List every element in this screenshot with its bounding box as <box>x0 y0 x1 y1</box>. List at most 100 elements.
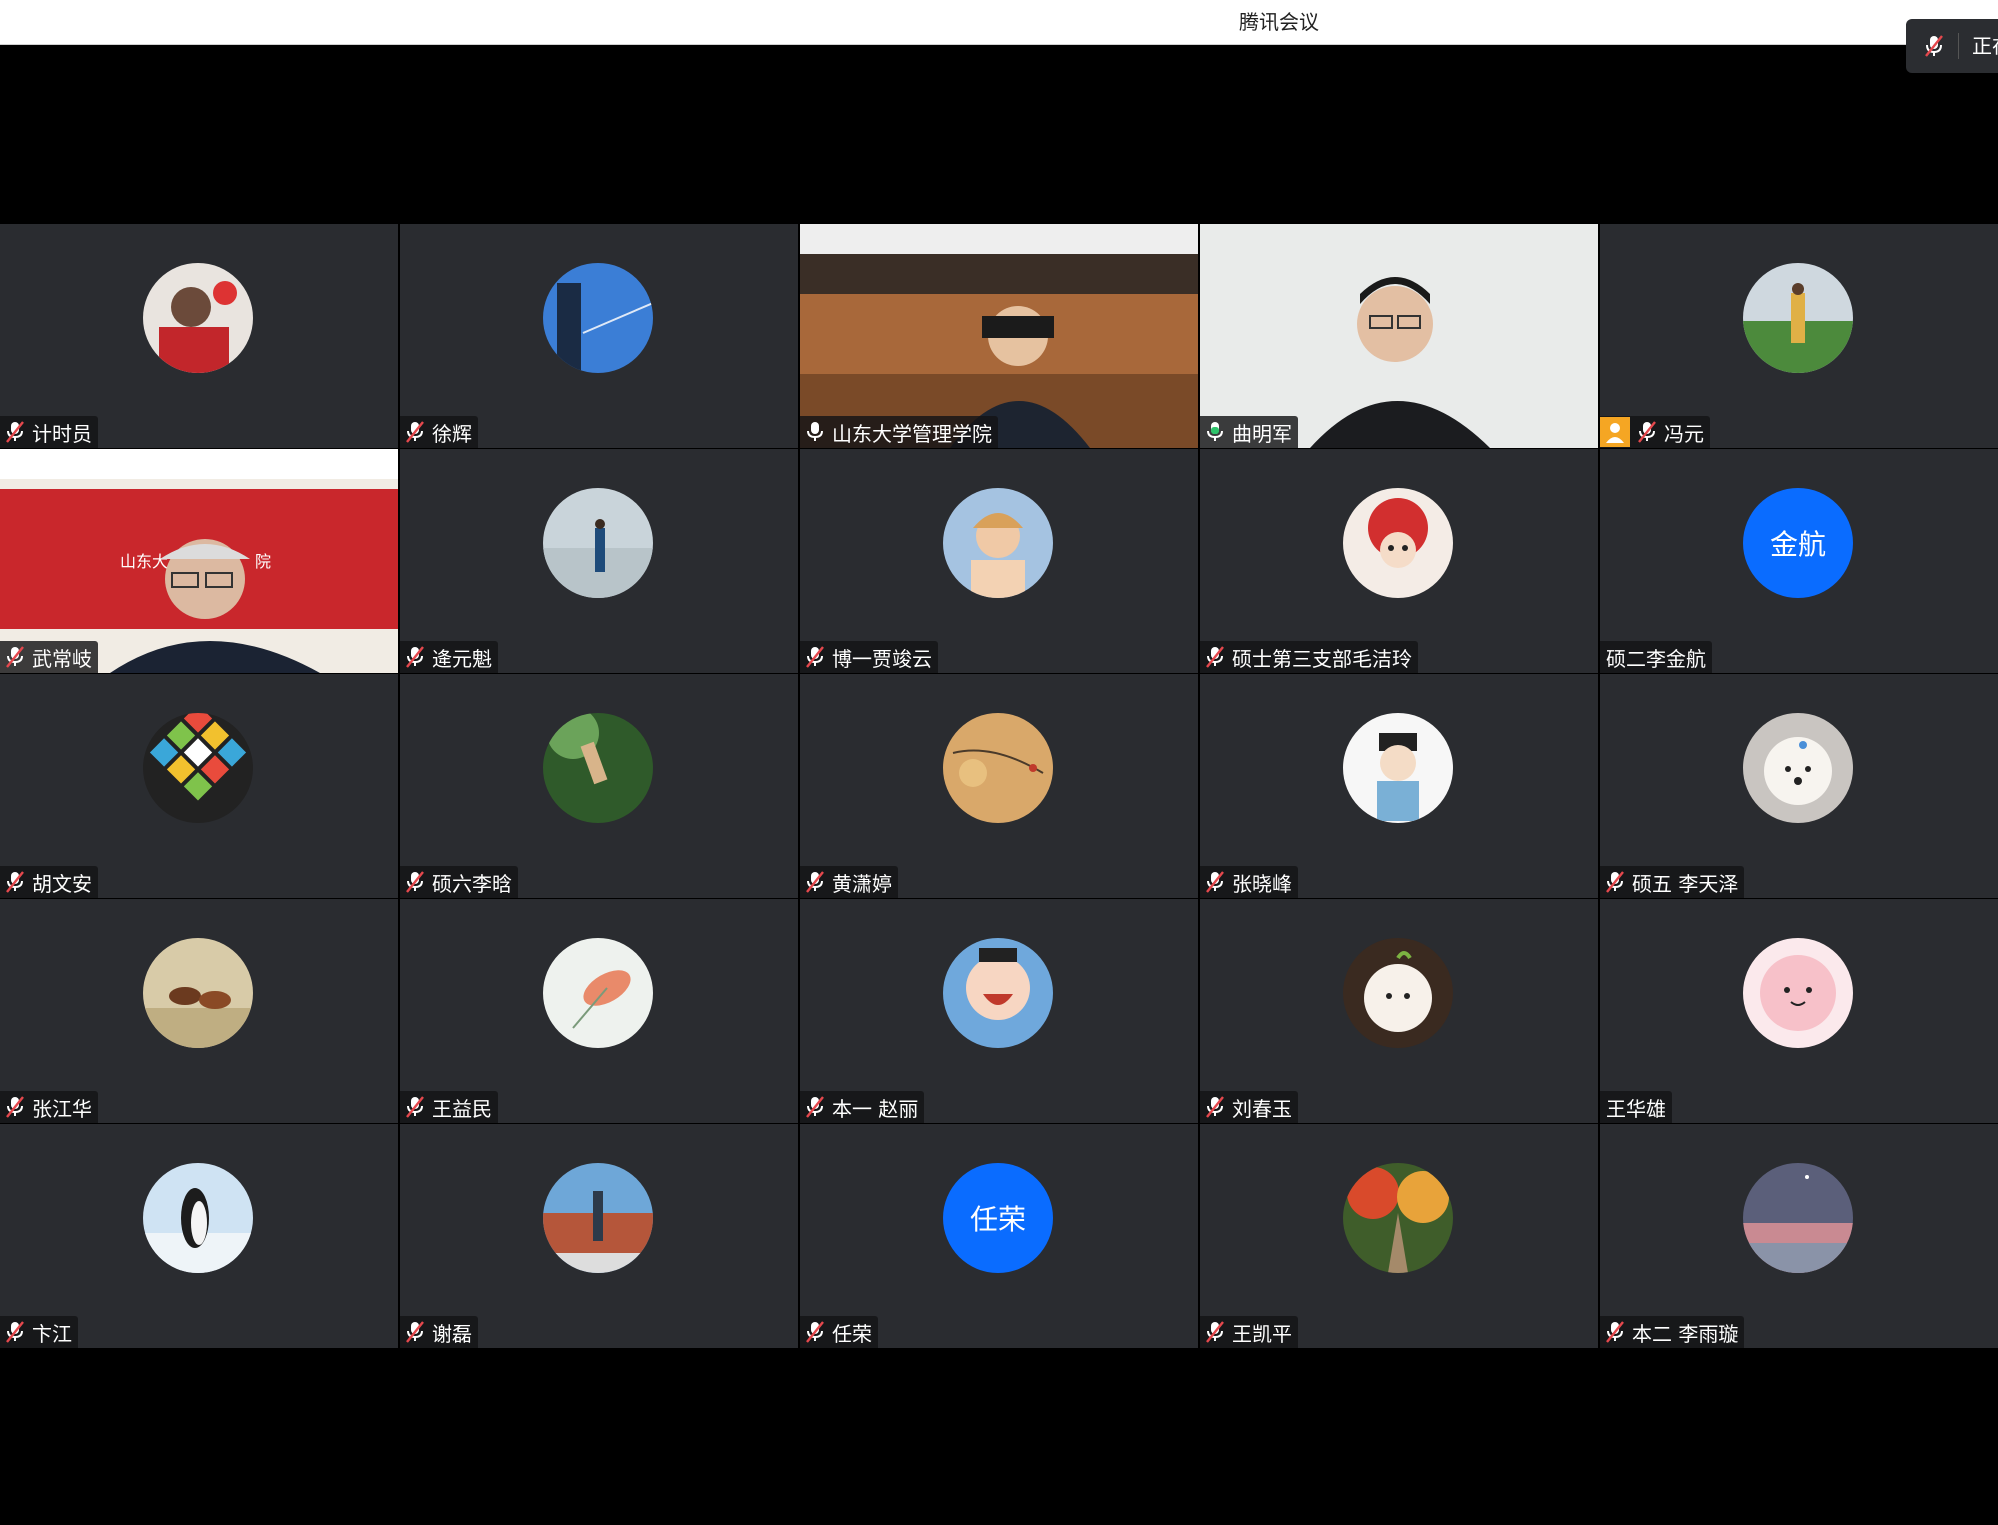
participant-name: 山东大学管理学院 <box>832 421 992 446</box>
avatar <box>943 713 1053 823</box>
divider <box>1958 33 1959 59</box>
participant-name-label: 博一贾竣云 <box>800 641 938 673</box>
window-title: 腾讯会议 <box>1239 10 1319 34</box>
participant-name: 徐辉 <box>432 421 472 446</box>
avatar <box>1743 938 1853 1048</box>
participant-name: 逄元魁 <box>432 646 492 671</box>
participant-name-label: 本一 赵丽 <box>800 1091 925 1123</box>
mic-muted-icon <box>1924 34 1944 63</box>
speaking-label: 正在 <box>1972 34 1998 58</box>
participant-tile[interactable]: 卞江 <box>0 1124 398 1348</box>
mic-muted-icon <box>406 646 424 668</box>
participant-name: 卞江 <box>32 1321 72 1346</box>
avatar <box>543 263 653 373</box>
mic-muted-icon <box>406 1096 424 1118</box>
speaking-indicator[interactable]: 正在 <box>1906 19 1998 73</box>
participant-name: 硕二李金航 <box>1606 646 1706 671</box>
participant-grid: 计时员 徐辉 山东大学管理学院 曲明军 冯元 山东大 院武常岐 逄元魁 博一贾竣云 硕士第三支部毛… <box>0 224 1998 1349</box>
avatar <box>1343 938 1453 1048</box>
avatar <box>543 488 653 598</box>
participant-name-label: 曲明军 <box>1200 416 1298 448</box>
participant-tile[interactable]: 本一 赵丽 <box>800 899 1198 1123</box>
participant-tile[interactable]: 徐辉 <box>400 224 798 448</box>
participant-video: 山东大 院 <box>0 449 398 673</box>
participant-name: 任荣 <box>832 1321 872 1346</box>
mic-muted-icon <box>6 1096 24 1118</box>
participant-tile[interactable]: 博一贾竣云 <box>800 449 1198 673</box>
mic-muted-icon <box>406 871 424 893</box>
mic-muted-icon <box>806 646 824 668</box>
host-badge-icon <box>1600 417 1630 447</box>
participant-name-label: 硕士第三支部毛洁玲 <box>1200 641 1418 673</box>
participant-name-label: 本二 李雨璇 <box>1600 1316 1745 1348</box>
avatar <box>543 1163 653 1273</box>
participant-tile[interactable]: 硕士第三支部毛洁玲 <box>1200 449 1598 673</box>
empty-area <box>0 1350 1998 1525</box>
mic-muted-icon <box>806 1321 824 1343</box>
participant-tile[interactable]: 谢磊 <box>400 1124 798 1348</box>
participant-tile[interactable]: 胡文安 <box>0 674 398 898</box>
participant-tile[interactable]: 逄元魁 <box>400 449 798 673</box>
avatar: 任荣 <box>943 1163 1053 1273</box>
participant-name: 本一 赵丽 <box>832 1096 919 1121</box>
svg-text:院: 院 <box>255 552 271 571</box>
participant-name: 王华雄 <box>1606 1096 1666 1121</box>
avatar <box>143 938 253 1048</box>
participant-name-label: 张江华 <box>0 1091 98 1123</box>
participant-tile[interactable]: 张晓峰 <box>1200 674 1598 898</box>
participant-name: 硕五 李天泽 <box>1632 871 1739 896</box>
participant-name-label: 胡文安 <box>0 866 98 898</box>
participant-tile[interactable]: 张江华 <box>0 899 398 1123</box>
participant-tile[interactable]: 王益民 <box>400 899 798 1123</box>
mic-muted-icon <box>1206 1321 1224 1343</box>
participant-name-label: 任荣 <box>800 1316 878 1348</box>
participant-tile[interactable]: 王凯平 <box>1200 1124 1598 1348</box>
participant-tile[interactable]: 金航硕二李金航 <box>1600 449 1998 673</box>
participant-name-label: 黄潇婷 <box>800 866 898 898</box>
participant-name-label: 计时员 <box>0 416 98 448</box>
mic-muted-icon <box>806 871 824 893</box>
participant-name: 王益民 <box>432 1096 492 1121</box>
participant-name: 胡文安 <box>32 871 92 896</box>
participant-tile[interactable]: 黄潇婷 <box>800 674 1198 898</box>
title-bar: 腾讯会议 <box>0 0 1998 45</box>
participant-tile[interactable]: 本二 李雨璇 <box>1600 1124 1998 1348</box>
participant-name: 硕士第三支部毛洁玲 <box>1232 646 1412 671</box>
participant-tile[interactable]: 任荣 任荣 <box>800 1124 1198 1348</box>
avatar <box>1743 713 1853 823</box>
avatar <box>543 938 653 1048</box>
avatar <box>143 1163 253 1273</box>
participant-name-label: 徐辉 <box>400 416 478 448</box>
participant-tile[interactable]: 冯元 <box>1600 224 1998 448</box>
participant-tile[interactable]: 山东大 院武常岐 <box>0 449 398 673</box>
participant-tile[interactable]: 刘春玉 <box>1200 899 1598 1123</box>
participant-tile[interactable]: 山东大学管理学院 <box>800 224 1198 448</box>
participant-tile[interactable]: 曲明军 <box>1200 224 1598 448</box>
participant-name-label: 张晓峰 <box>1200 866 1298 898</box>
mic-muted-icon <box>406 1321 424 1343</box>
mic-muted-icon <box>1206 1096 1224 1118</box>
participant-tile[interactable]: 王华雄 <box>1600 899 1998 1123</box>
avatar <box>1343 488 1453 598</box>
participant-name-label: 刘春玉 <box>1200 1091 1298 1123</box>
participant-video <box>800 224 1198 448</box>
participant-tile[interactable]: 计时员 <box>0 224 398 448</box>
avatar: 金航 <box>1743 488 1853 598</box>
participant-name-label: 谢磊 <box>400 1316 478 1348</box>
avatar <box>543 713 653 823</box>
participant-video <box>1200 224 1598 448</box>
mic-muted-icon <box>1606 1321 1624 1343</box>
participant-name: 张晓峰 <box>1232 871 1292 896</box>
avatar <box>943 938 1053 1048</box>
svg-text:山东大: 山东大 <box>120 552 168 571</box>
participant-tile[interactable]: 硕五 李天泽 <box>1600 674 1998 898</box>
mic-muted-icon <box>6 421 24 443</box>
participant-name-label: 王凯平 <box>1200 1316 1298 1348</box>
participant-name: 黄潇婷 <box>832 871 892 896</box>
participant-tile[interactable]: 硕六李晗 <box>400 674 798 898</box>
participant-name: 王凯平 <box>1232 1321 1292 1346</box>
participant-name-label: 硕二李金航 <box>1600 641 1712 673</box>
mic-muted-icon <box>1206 646 1224 668</box>
avatar <box>143 263 253 373</box>
mic-muted-icon <box>1638 421 1656 443</box>
